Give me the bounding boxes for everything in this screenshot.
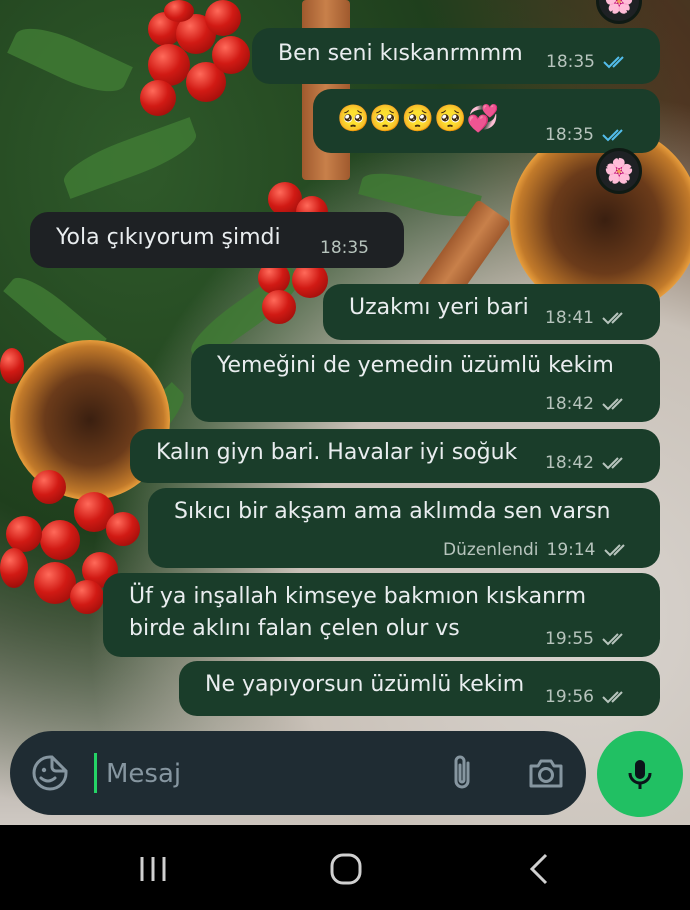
message-time: 18:42 xyxy=(545,394,594,414)
reaction-badge[interactable]: 🌸 xyxy=(596,148,642,194)
outgoing-message[interactable]: 🥺🥺🥺🥺💞 18:35 xyxy=(313,89,660,153)
message-time: 19:14 xyxy=(546,540,596,560)
message-text-line-2: birde aklını falan çelen olur vs xyxy=(129,616,460,641)
message-text: Yemeğini de yemedin üzümlü kekim xyxy=(217,353,614,378)
delivered-double-check-icon xyxy=(602,457,623,470)
back-icon[interactable] xyxy=(520,849,560,889)
outgoing-message[interactable]: Üf ya inşallah kimseye bakmıon kıskanrm … xyxy=(103,573,660,657)
paperclip-icon[interactable] xyxy=(442,753,482,793)
edited-label: Düzenlendi xyxy=(443,540,539,560)
message-text: 🥺🥺🥺🥺💞 xyxy=(337,104,499,134)
recent-apps-icon[interactable] xyxy=(133,849,173,889)
outgoing-message[interactable]: Sıkıcı bir akşam ama aklımda sen varsn D… xyxy=(148,488,660,568)
message-time: 18:42 xyxy=(545,453,594,473)
message-time: 18:35 xyxy=(320,238,369,258)
delivered-double-check-icon xyxy=(603,544,625,557)
outgoing-message[interactable]: Kalın giyn bari. Havalar iyi soğuk 18:42 xyxy=(130,429,660,483)
message-text: Yola çıkıyorum şimdi xyxy=(56,225,281,250)
incoming-message[interactable]: Yola çıkıyorum şimdi 18:35 xyxy=(30,212,404,268)
text-cursor xyxy=(94,753,97,793)
outgoing-message[interactable]: Uzakmı yeri bari 18:41 xyxy=(323,284,660,340)
message-time: 18:41 xyxy=(545,308,594,328)
delivered-double-check-icon xyxy=(602,312,623,325)
message-time: 19:55 xyxy=(545,629,594,649)
message-text: Uzakmı yeri bari xyxy=(349,295,529,320)
message-meta: Düzenlendi 19:14 xyxy=(443,540,634,560)
message-time: 18:35 xyxy=(546,52,595,72)
camera-icon[interactable] xyxy=(526,753,566,793)
message-meta: 19:56 xyxy=(545,687,632,707)
message-input[interactable] xyxy=(104,743,428,805)
message-meta: 19:55 xyxy=(545,629,632,649)
emoji-sticker-icon[interactable] xyxy=(30,753,70,793)
delivered-double-check-icon xyxy=(602,691,623,704)
reaction-emoji: 🌸 xyxy=(604,157,634,185)
read-double-check-icon xyxy=(603,56,624,69)
microphone-button[interactable] xyxy=(597,731,683,817)
message-meta: 18:35 xyxy=(545,125,632,145)
message-text: Ne yapıyorsun üzümlü kekim xyxy=(205,672,525,697)
message-meta: 18:35 xyxy=(546,52,633,72)
delivered-double-check-icon xyxy=(602,398,623,411)
message-composer xyxy=(10,731,586,815)
message-text: Sıkıcı bir akşam ama aklımda sen varsn xyxy=(174,499,611,524)
message-time: 19:56 xyxy=(545,687,594,707)
outgoing-message[interactable]: Yemeğini de yemedin üzümlü kekim 18:42 xyxy=(191,344,660,422)
outgoing-message[interactable]: Ben seni kıskanrmmm 18:35 xyxy=(252,28,660,84)
message-meta: 18:35 xyxy=(320,238,369,258)
outgoing-message[interactable]: Ne yapıyorsun üzümlü kekim 19:56 xyxy=(179,661,660,716)
read-double-check-icon xyxy=(602,129,623,142)
message-time: 18:35 xyxy=(545,125,594,145)
message-meta: 18:41 xyxy=(545,308,632,328)
message-text: Ben seni kıskanrmmm xyxy=(278,41,523,66)
message-meta: 18:42 xyxy=(545,453,632,473)
microphone-icon xyxy=(628,760,652,789)
delivered-double-check-icon xyxy=(602,633,623,646)
message-text-line-1: Üf ya inşallah kimseye bakmıon kıskanrm xyxy=(129,584,587,609)
message-meta: 18:42 xyxy=(545,394,632,414)
home-icon[interactable] xyxy=(326,849,366,889)
system-navigation-bar xyxy=(0,825,690,910)
reaction-emoji: 🌸 xyxy=(604,0,634,15)
message-text: Kalın giyn bari. Havalar iyi soğuk xyxy=(156,440,518,465)
